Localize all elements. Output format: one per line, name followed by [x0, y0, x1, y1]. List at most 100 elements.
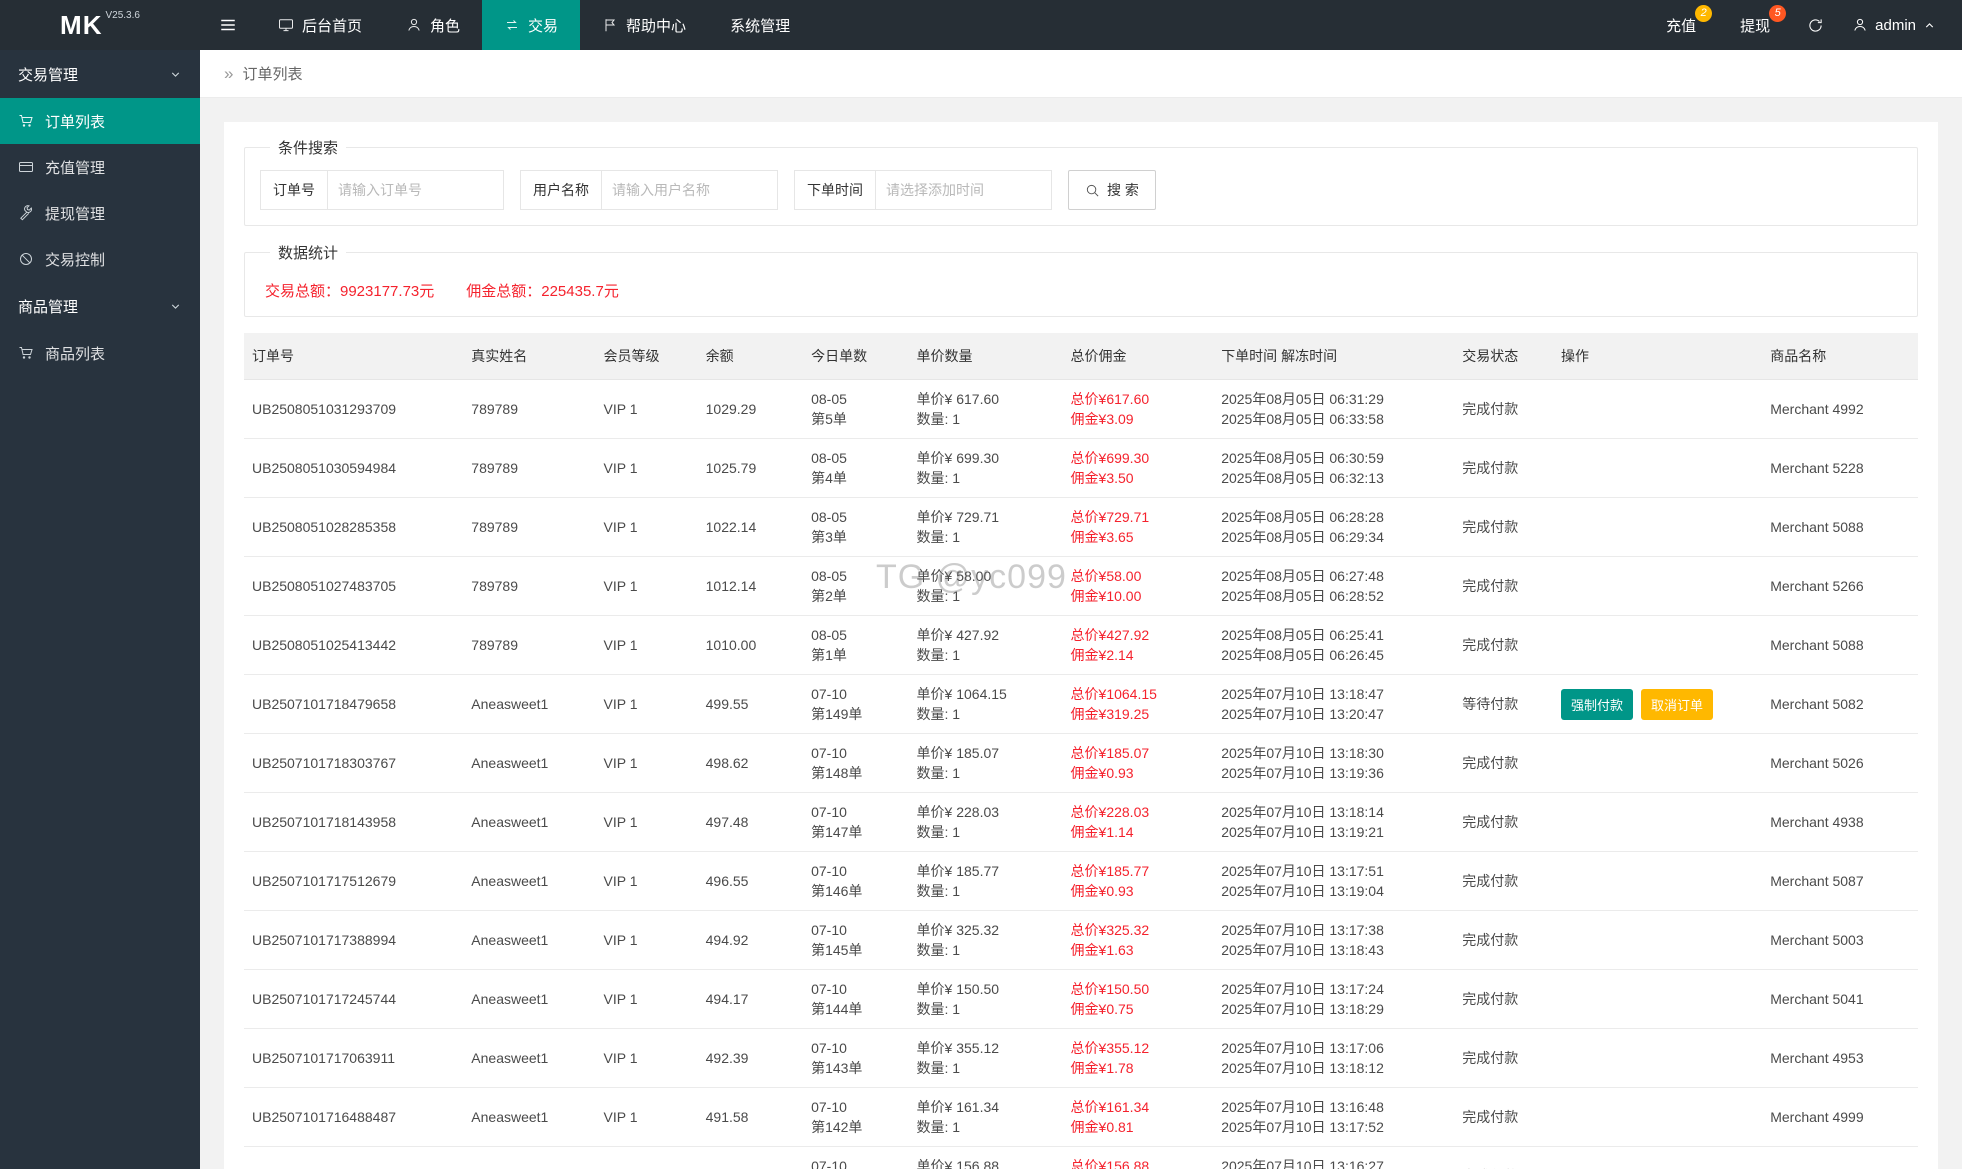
cell-real-name: Aneasweet1 — [463, 969, 596, 1029]
flag-icon — [602, 17, 618, 33]
column-header: 会员等级 — [595, 333, 698, 380]
monitor-icon — [278, 17, 294, 33]
cell-order-unfreeze-time: 2025年07月10日 13:17:24 2025年07月10日 13:18:29 — [1213, 969, 1455, 1029]
cancel-order-button[interactable]: 取消订单 — [1641, 688, 1714, 720]
sidebar-item-label: 提现管理 — [45, 205, 106, 223]
cell-balance: 1029.29 — [697, 379, 804, 439]
sidebar-item-trade-control[interactable]: 交易控制 — [0, 236, 200, 282]
sidebar-group-product-management[interactable]: 商品管理 — [0, 282, 200, 330]
cell-trade-status: 完成付款 — [1454, 733, 1553, 793]
sidebar-item-label: 交易控制 — [45, 251, 106, 269]
sidebar-item-recharge-management[interactable]: 充值管理 — [0, 144, 200, 190]
cell-trade-status: 完成付款 — [1454, 792, 1553, 852]
cell-order-no: UB2508051025413442 — [244, 615, 464, 675]
cell-today-count: 07-10 第144单 — [803, 969, 909, 1029]
cell-unit-price-qty: 单价¥ 58.00 数量: 1 — [908, 556, 1063, 616]
cell-order-unfreeze-time: 2025年08月05日 06:25:41 2025年08月05日 06:26:45 — [1213, 615, 1455, 675]
cell-member-level: VIP 1 — [595, 1087, 698, 1147]
recharge-button[interactable]: 充值 2 — [1644, 0, 1718, 50]
sidebar-group-label: 交易管理 — [18, 66, 79, 84]
cell-actions — [1553, 497, 1763, 557]
cell-real-name: 789789 — [463, 556, 596, 616]
cell-real-name: Aneasweet1 — [463, 851, 596, 911]
order-time-input[interactable] — [875, 171, 1051, 209]
cart-icon — [18, 113, 34, 129]
cell-merchant-name: Merchant 5087 — [1762, 851, 1918, 911]
nav-item-help-center[interactable]: 帮助中心 — [580, 0, 708, 50]
stats-legend: 数据统计 — [278, 245, 339, 262]
cell-order-unfreeze-time: 2025年07月10日 13:17:38 2025年07月10日 13:18:43 — [1213, 910, 1455, 970]
search-legend: 条件搜索 — [278, 140, 339, 157]
cell-actions — [1553, 733, 1763, 793]
cell-order-no: UB2507101716488487 — [244, 1087, 464, 1147]
nav-item-roles[interactable]: 角色 — [384, 0, 482, 50]
cell-order-unfreeze-time: 2025年07月10日 13:18:30 2025年07月10日 13:19:36 — [1213, 733, 1455, 793]
cell-member-level: VIP 1 — [595, 969, 698, 1029]
cell-order-unfreeze-time: 2025年07月10日 13:16:272025年07月10日 13:17:32 — [1213, 1146, 1455, 1169]
cart-icon — [18, 345, 34, 361]
nav-item-trade[interactable]: 交易 — [482, 0, 581, 50]
order-time-field-group: 下单时间 — [794, 170, 1052, 210]
withdraw-badge: 5 — [1769, 5, 1787, 22]
cell-actions: 强制付款 取消订单 — [1553, 674, 1763, 734]
withdraw-button[interactable]: 提现 5 — [1718, 0, 1792, 50]
column-header: 操作 — [1553, 333, 1763, 380]
order-no-field-group: 订单号 — [260, 170, 504, 210]
table-row: UB2508051031293709 789789 VIP 1 1029.29 … — [244, 379, 1918, 439]
user-name-input[interactable] — [601, 171, 777, 209]
sidebar-item-product-list[interactable]: 商品列表 — [0, 330, 200, 376]
cell-order-unfreeze-time: 2025年07月10日 13:18:47 2025年07月10日 13:20:47 — [1213, 674, 1455, 734]
order-no-input[interactable] — [327, 171, 503, 209]
withdraw-label: 提现 — [1740, 17, 1771, 35]
cell-trade-status: 完成付款 — [1454, 1087, 1553, 1147]
nav-item-system[interactable]: 系统管理 — [708, 0, 812, 50]
admin-menu[interactable]: admin — [1838, 0, 1962, 50]
user-name-label: 用户名称 — [533, 182, 589, 198]
cell-order-no: UB2508051030594984 — [244, 438, 464, 498]
order-table-body: UB2508051031293709 789789 VIP 1 1029.29 … — [244, 379, 1918, 1169]
cell-member-level: VIP 1 — [595, 674, 698, 734]
cell-unit-price-qty: 单价¥ 729.71 数量: 1 — [908, 497, 1063, 557]
cell-today-count: 08-05 第4单 — [803, 438, 909, 498]
cell-merchant-name: Merchant 5041 — [1762, 969, 1918, 1029]
cell-order-no: UB2507101717245744 — [244, 969, 464, 1029]
cell-today-count: 07-10 第147单 — [803, 792, 909, 852]
cell-balance: 499.55 — [697, 674, 804, 734]
cell-merchant-name: Merchant 5243 — [1762, 1146, 1918, 1169]
cell-real-name: 789789 — [463, 379, 596, 439]
cell-merchant-name: Merchant 5228 — [1762, 438, 1918, 498]
nav-item-label: 角色 — [430, 17, 461, 35]
cell-balance: 498.62 — [697, 733, 804, 793]
table-header-row: 订单号 真实姓名 会员等级 余额 今日单数 单价数量 总价佣金 下单时间 解冻时间 交易状态 操作… — [244, 333, 1918, 380]
column-header: 总价佣金 — [1062, 333, 1214, 380]
cell-actions — [1553, 1146, 1763, 1169]
cell-total-commission: 总价¥355.12 佣金¥1.78 — [1062, 1028, 1214, 1088]
cell-unit-price-qty: 单价¥ 355.12 数量: 1 — [908, 1028, 1063, 1088]
sidebar-item-label: 充值管理 — [45, 159, 106, 177]
cell-unit-price-qty: 单价¥ 228.03 数量: 1 — [908, 792, 1063, 852]
cell-merchant-name: Merchant 5088 — [1762, 497, 1918, 557]
cell-real-name: Aneasweet1 — [463, 910, 596, 970]
main-content: » 订单列表 条件搜索 订单号 用户名称 — [200, 50, 1962, 1169]
cell-trade-status: 完成付款 — [1454, 379, 1553, 439]
force-pay-button[interactable]: 强制付款 — [1561, 688, 1634, 720]
sidebar-group-trade-management[interactable]: 交易管理 — [0, 50, 200, 98]
table-row: UB2507101717388994 Aneasweet1 VIP 1 494.… — [244, 910, 1918, 970]
cell-trade-status: 完成付款 — [1454, 969, 1553, 1029]
column-header: 商品名称 — [1762, 333, 1918, 380]
nav-item-dashboard[interactable]: 后台首页 — [256, 0, 384, 50]
column-header: 交易状态 — [1454, 333, 1553, 380]
exchange-icon — [504, 17, 520, 33]
brand-version: V25.3.6 — [105, 10, 140, 21]
sidebar-item-order-list[interactable]: 订单列表 — [0, 98, 200, 144]
sidebar-item-withdraw-management[interactable]: 提现管理 — [0, 190, 200, 236]
search-button[interactable]: 搜 索 — [1068, 170, 1156, 210]
column-header: 余额 — [697, 333, 804, 380]
refresh-button[interactable] — [1792, 0, 1838, 50]
brand-logo[interactable]: MK V25.3.6 — [0, 0, 200, 50]
chevron-down-icon — [169, 68, 182, 81]
cell-actions — [1553, 379, 1763, 439]
sidebar-toggle-button[interactable] — [200, 0, 256, 50]
cell-order-no: UB2507101716274829 — [244, 1146, 464, 1169]
cell-order-no: UB2508051028285358 — [244, 497, 464, 557]
